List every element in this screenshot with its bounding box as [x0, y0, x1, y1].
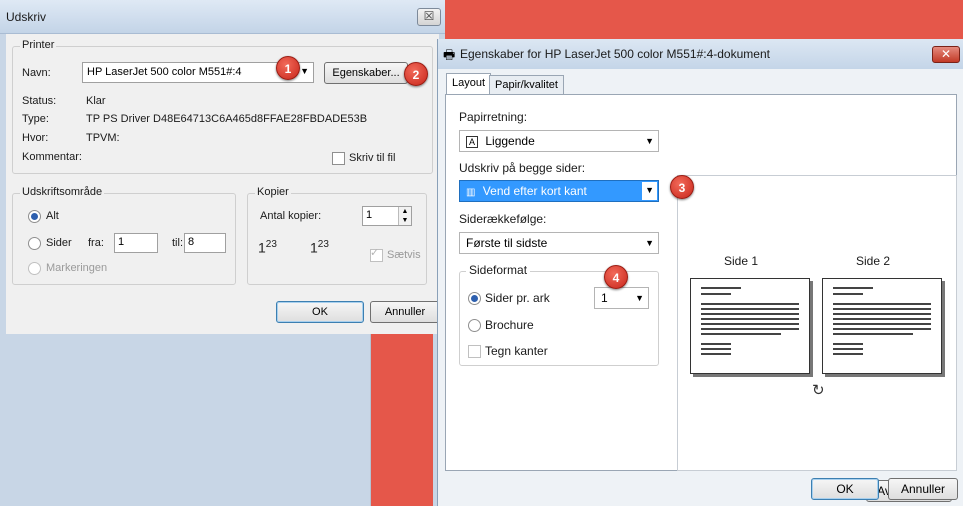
printer-icon: 🖶	[443, 47, 456, 62]
page-format-legend: Sideformat	[466, 263, 531, 277]
pages-per-sheet-combo[interactable]: 1 ▼	[594, 287, 649, 309]
checkmark-icon: ✓	[370, 247, 380, 259]
printer-group-legend: Printer	[20, 39, 57, 51]
comment-label: Kommentar:	[22, 151, 82, 163]
chevron-down-icon: ▼	[645, 136, 654, 146]
copies-spinner[interactable]: ▲ ▼	[398, 207, 411, 225]
chevron-down-icon: ▼	[635, 293, 644, 303]
print-dialog-body: Printer Navn: HP LaserJet 500 color M551…	[6, 34, 440, 334]
preview-page1-label: Side 1	[724, 254, 759, 268]
desktop-area	[6, 334, 371, 506]
callout-badge-2: 2	[404, 62, 428, 86]
duplex-label: Udskriv på begge sider:	[459, 161, 586, 175]
pages-per-sheet-value: 1	[601, 291, 608, 305]
print-ok-button[interactable]: OK	[276, 301, 364, 323]
where-value: TPVM:	[86, 132, 120, 144]
orientation-combo[interactable]: A Liggende ▼	[459, 130, 659, 152]
chevron-down-icon: ▼	[642, 182, 657, 200]
pages-per-sheet-label: Sider pr. ark	[485, 291, 550, 305]
tab-layout[interactable]: Layout	[446, 73, 492, 95]
printer-name-label: Navn:	[22, 67, 51, 79]
collate-illustration-icon: 123	[258, 239, 277, 256]
page-order-value: Første til sidste	[466, 236, 548, 250]
duplex-combo[interactable]: ▥ Vend efter kort kant ▼	[459, 180, 659, 202]
preview-page-1	[690, 278, 810, 374]
duplex-value: Vend efter kort kant	[482, 184, 587, 198]
preview-page-2	[822, 278, 942, 374]
draw-borders-label: Tegn kanter	[485, 344, 548, 358]
properties-ok-button[interactable]: OK	[811, 478, 879, 500]
type-label: Type:	[22, 113, 49, 125]
copies-legend: Kopier	[255, 186, 291, 198]
landscape-icon: A	[466, 136, 479, 148]
print-dialog-titlebar: Udskriv ☒	[0, 0, 445, 34]
layout-tab-panel: Papirretning: A Liggende ▼ Udskriv på be…	[445, 94, 957, 502]
range-pages-label: Sider	[46, 237, 72, 249]
print-to-file-checkbox[interactable]	[332, 152, 345, 165]
status-value: Klar	[86, 95, 106, 107]
callout-badge-3: 3	[670, 175, 694, 199]
range-all-label: Alt	[46, 210, 59, 222]
layout-preview: Side 1 Side 2 ↻	[677, 175, 957, 471]
callout-badge-1: 1	[276, 56, 300, 80]
background-strip	[371, 334, 433, 506]
where-label: Hvor:	[22, 132, 49, 144]
page-order-combo[interactable]: Første til sidste ▼	[459, 232, 659, 254]
print-to-file-label: Skriv til fil	[349, 152, 396, 164]
print-dialog: Udskriv ☒ Printer Navn: HP LaserJet 500 …	[0, 0, 445, 506]
print-range-legend: Udskriftsområde	[20, 186, 105, 198]
printer-name-value: HP LaserJet 500 color M551#:4	[87, 66, 242, 78]
flip-rotate-icon: ↻	[812, 382, 825, 399]
range-to-input[interactable]: 8	[184, 233, 226, 253]
brochure-radio[interactable]	[468, 319, 481, 332]
properties-dialog-title: Egenskaber for HP LaserJet 500 color M55…	[460, 47, 770, 61]
range-all-radio[interactable]	[28, 210, 41, 223]
brochure-label: Brochure	[485, 318, 534, 332]
collate-illustration-icon-2: 123	[310, 239, 329, 256]
range-selection-label: Markeringen	[46, 262, 108, 274]
copies-count-label: Antal kopier:	[260, 210, 322, 222]
orientation-value: Liggende	[485, 134, 535, 148]
preview-page2-label: Side 2	[856, 254, 891, 268]
duplex-book-icon: ▥	[466, 187, 476, 198]
orientation-label: Papirretning:	[459, 110, 528, 124]
chevron-down-icon: ▼	[300, 66, 309, 76]
status-label: Status:	[22, 95, 57, 107]
printer-properties-button[interactable]: Egenskaber...	[324, 62, 408, 84]
range-from-input[interactable]: 1	[114, 233, 158, 253]
tab-paper-quality[interactable]: Papir/kvalitet	[489, 75, 564, 94]
properties-dialog-titlebar: 🖶 Egenskaber for HP LaserJet 500 color M…	[438, 39, 963, 69]
range-from-label: fra:	[88, 237, 104, 249]
draw-borders-checkbox[interactable]	[468, 345, 481, 358]
print-dialog-close-button[interactable]: ☒	[417, 8, 441, 26]
print-cancel-button[interactable]: Annuller	[370, 301, 440, 323]
properties-dialog-close-button[interactable]: ✕	[932, 46, 960, 63]
properties-cancel-button[interactable]: Annuller	[888, 478, 958, 500]
properties-dialog: 🖶 Egenskaber for HP LaserJet 500 color M…	[437, 39, 963, 506]
page-order-label: Siderækkefølge:	[459, 212, 547, 226]
callout-badge-4: 4	[604, 265, 628, 289]
copies-count-value: 1	[366, 209, 373, 221]
range-selection-radio[interactable]	[28, 262, 41, 275]
range-pages-radio[interactable]	[28, 237, 41, 250]
print-dialog-title: Udskriv	[6, 10, 47, 24]
collate-label: Sætvis	[387, 249, 421, 261]
chevron-down-icon: ▼	[645, 238, 654, 248]
pages-per-sheet-radio[interactable]	[468, 292, 481, 305]
type-value: TP PS Driver D48E64713C6A465d8FFAE28FBDA…	[86, 113, 368, 125]
range-to-label: til:	[172, 237, 183, 249]
